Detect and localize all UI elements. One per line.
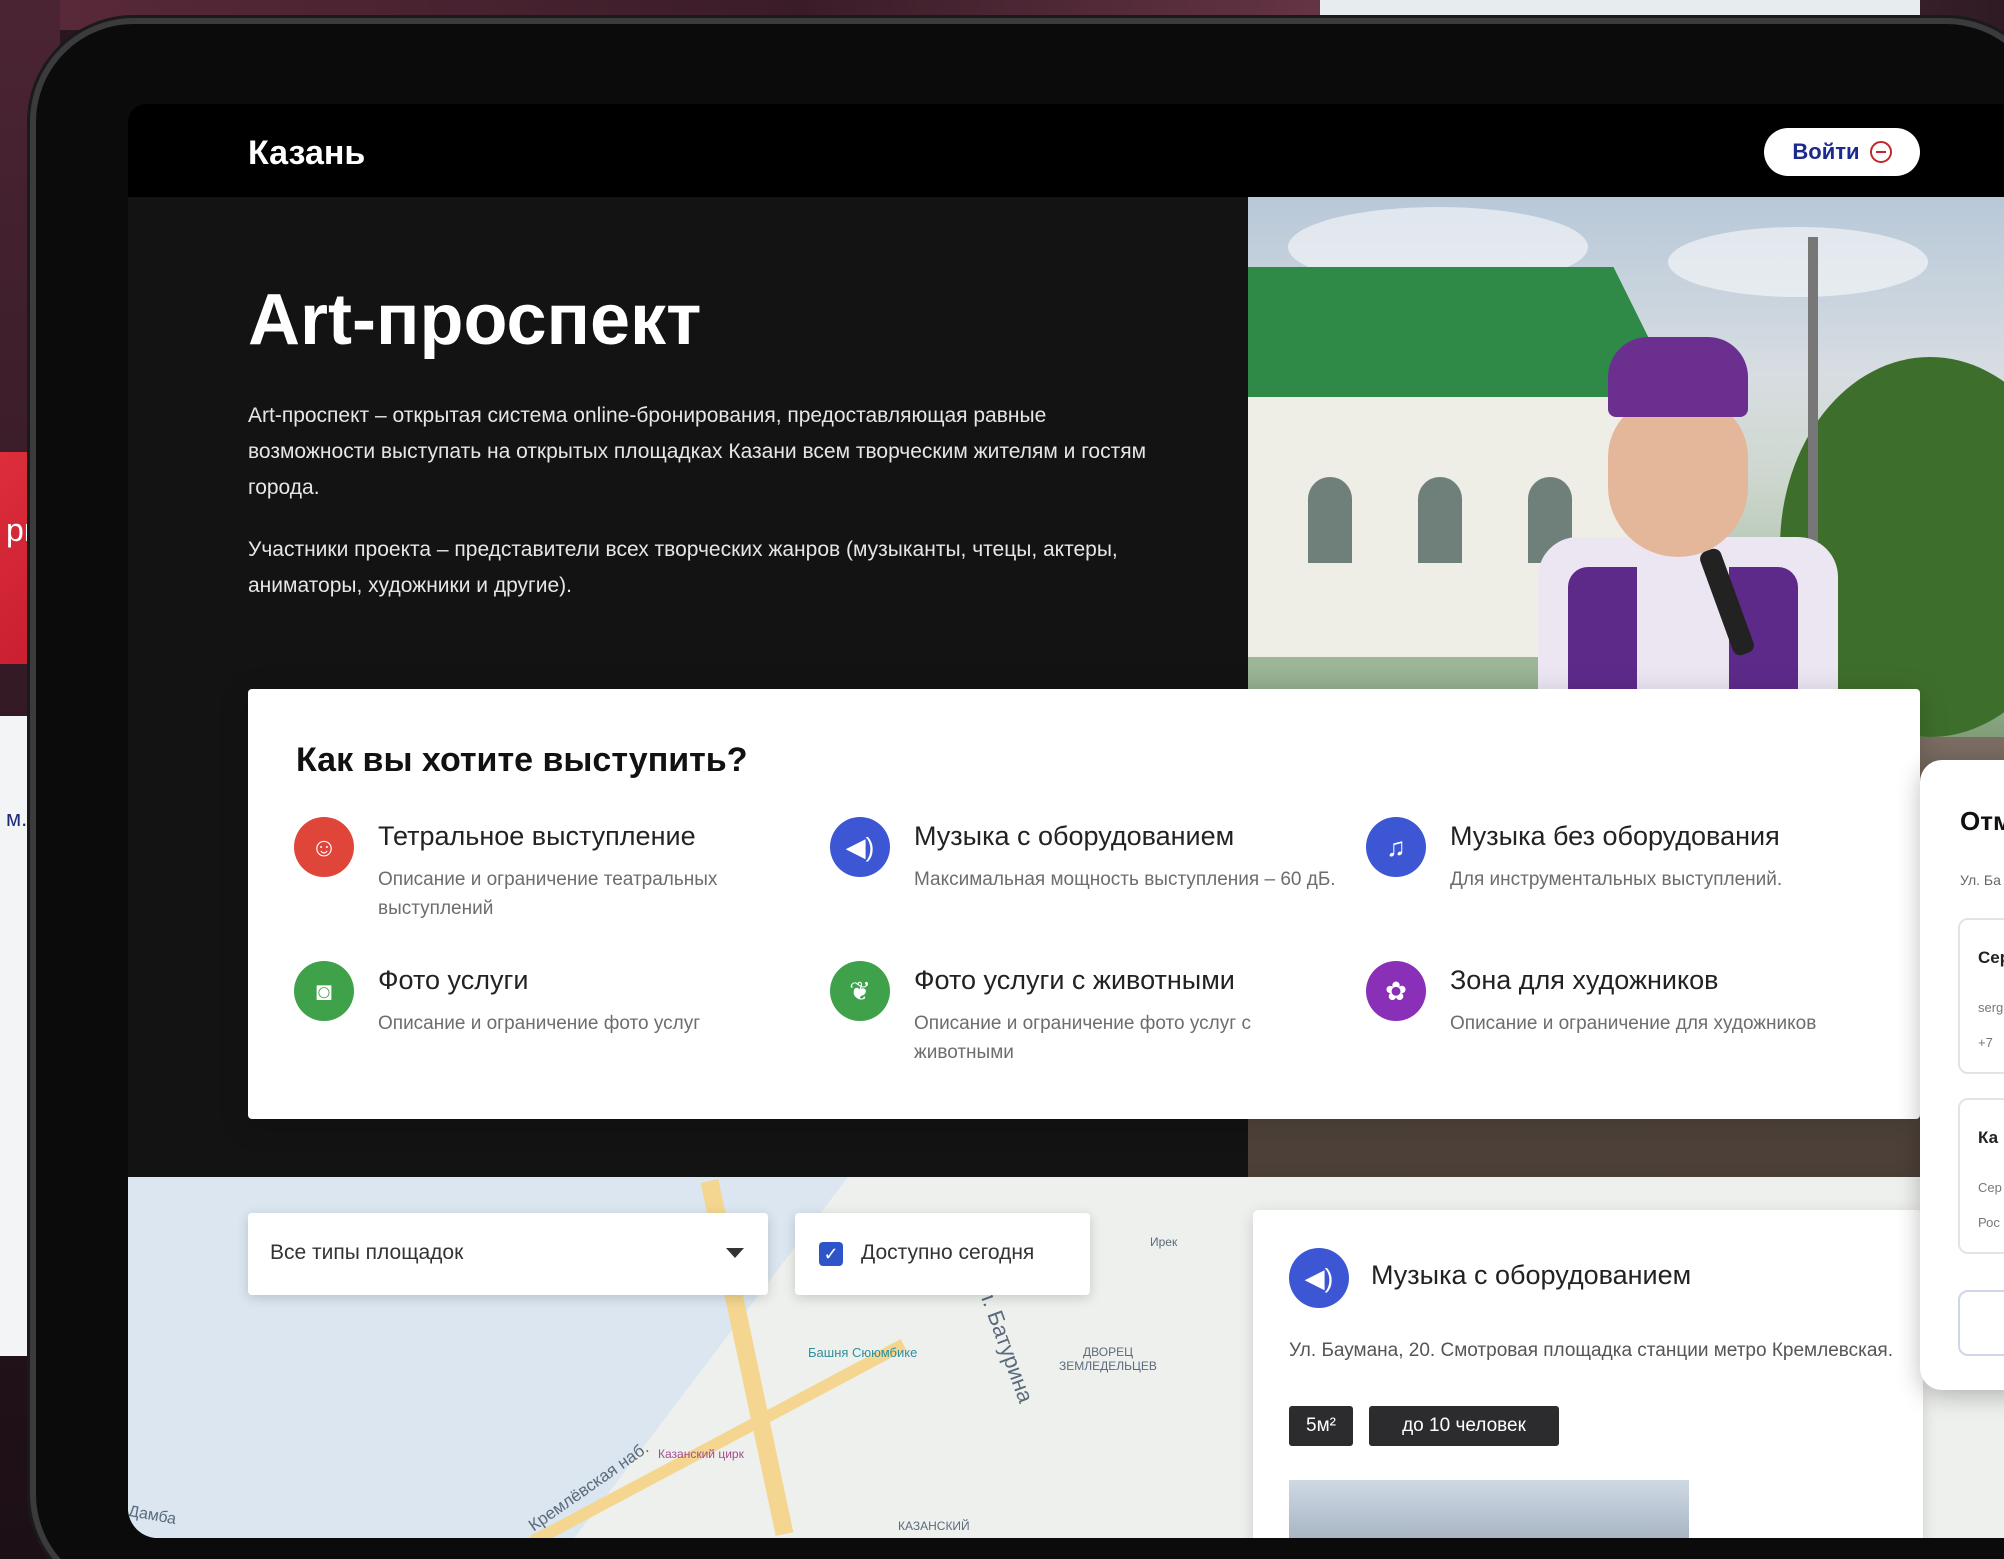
option-theater[interactable]: ☺ Тетральное выступление Описание и огра… <box>294 817 814 927</box>
side-panel-title: Отм <box>1960 806 2004 836</box>
perform-options-card: Как вы хотите выступить? ☺ Тетральное вы… <box>248 689 1920 1119</box>
side-panel-block-line: Сер <box>1978 1180 2002 1195</box>
city-title: Казань <box>248 134 366 172</box>
option-music-no-equipment[interactable]: ♫ Музыка без оборудования Для инструмент… <box>1366 817 1886 927</box>
available-today-label: Доступно сегодня <box>861 1241 1035 1264</box>
login-icon <box>1869 141 1892 163</box>
hero-description-1: Art-проспект – открытая система online-б… <box>248 404 1147 499</box>
side-panel-block-line: Рос <box>1978 1215 2000 1230</box>
login-button[interactable]: Войти <box>1764 128 1920 176</box>
map-label: Казанский цирк <box>658 1447 744 1461</box>
side-panel-block: Ка Сер Рос <box>1958 1098 2004 1254</box>
option-name: Фото услуги <box>378 965 529 995</box>
side-panel-block-title: Ка <box>1978 1128 1999 1147</box>
side-panel-block-title: Сер <box>1978 948 2004 967</box>
option-artists-zone[interactable]: ✿ Зона для художников Описание и огранич… <box>1366 961 1886 1071</box>
place-photo <box>1289 1480 1689 1538</box>
paw-icon: ❦ <box>830 961 890 1021</box>
option-name: Фото услуги с животными <box>914 965 1235 995</box>
side-panel-block-line: +7 <box>1978 1035 1993 1050</box>
option-music-equipment[interactable]: ◀) Музыка с оборудованием Максимальная м… <box>830 817 1350 927</box>
side-panel: Отм Ул. Ба Сер serg +7 Ка Сер Рос <box>1920 760 2004 1390</box>
side-panel-button[interactable] <box>1958 1290 2004 1356</box>
option-desc: Описание и ограничение фото услуг с живо… <box>914 1013 1251 1063</box>
option-photo[interactable]: ◙ Фото услуги Описание и ограничение фот… <box>294 961 814 1071</box>
perform-title: Как вы хотите выступить? <box>296 741 748 779</box>
chevron-down-icon <box>726 1248 744 1258</box>
option-desc: Описание и ограничение для художников <box>1450 1013 1817 1034</box>
option-name: Зона для художников <box>1450 965 1719 995</box>
theater-mask-icon: ☺ <box>294 817 354 877</box>
venue-type-dropdown[interactable]: Все типы площадок <box>248 1213 768 1295</box>
map-label: Ирек <box>1150 1235 1178 1249</box>
side-panel-address: Ул. Ба <box>1960 872 2001 888</box>
tablet-frame: Казань Войти Art-проспект Art-проспект –… <box>30 18 2004 1559</box>
side-panel-block: Сер serg +7 <box>1958 918 2004 1074</box>
place-tag-capacity: до 10 человек <box>1369 1406 1559 1446</box>
side-panel-block-line: serg <box>1978 1000 2004 1015</box>
map-label: ДВОРЕЦ ЗЕМЛЕДЕЛЬЦЕВ <box>1059 1345 1157 1373</box>
checkbox-checked-icon: ✓ <box>819 1242 843 1266</box>
site-header: Казань Войти <box>128 104 2004 197</box>
option-name: Музыка без оборудования <box>1450 821 1780 851</box>
option-name: Тетральное выступление <box>378 821 696 851</box>
place-tag-area: 5м² <box>1289 1406 1353 1446</box>
option-desc: Описание и ограничение театральных высту… <box>378 869 718 919</box>
option-desc: Описание и ограничение фото услуг <box>378 1013 701 1034</box>
option-desc: Для инструментальных выступлений. <box>1450 869 1783 890</box>
speaker-icon: ◀) <box>830 817 890 877</box>
map-label: Башня Сююмбике <box>808 1345 918 1360</box>
camera-icon: ◙ <box>294 961 354 1021</box>
option-photo-animals[interactable]: ❦ Фото услуги с животными Описание и огр… <box>830 961 1350 1071</box>
speaker-icon: ◀) <box>1289 1248 1349 1308</box>
venue-type-value: Все типы площадок <box>270 1241 464 1264</box>
music-note-icon: ♫ <box>1366 817 1426 877</box>
place-name: Музыка с оборудованием <box>1371 1260 1692 1290</box>
available-today-checkbox[interactable]: ✓ Доступно сегодня <box>795 1213 1090 1295</box>
page-title: Art-проспект <box>248 280 702 360</box>
option-name: Музыка с оборудованием <box>914 821 1235 851</box>
option-desc: Максимальная мощность выступления – 60 д… <box>914 869 1336 890</box>
background-mini-text: м. <box>6 806 28 831</box>
hero-description-2: Участники проекта – представители всех т… <box>248 538 1118 597</box>
map-label: КАЗАНСКИЙ <box>898 1519 970 1533</box>
tablet-screen: Казань Войти Art-проспект Art-проспект –… <box>128 104 2004 1538</box>
place-card[interactable]: ◀) Музыка с оборудованием Ул. Баумана, 2… <box>1253 1210 1923 1538</box>
login-label: Войти <box>1792 139 1860 164</box>
palette-icon: ✿ <box>1366 961 1426 1021</box>
place-address: Ул. Баумана, 20. Смотровая площадка стан… <box>1289 1340 1894 1361</box>
